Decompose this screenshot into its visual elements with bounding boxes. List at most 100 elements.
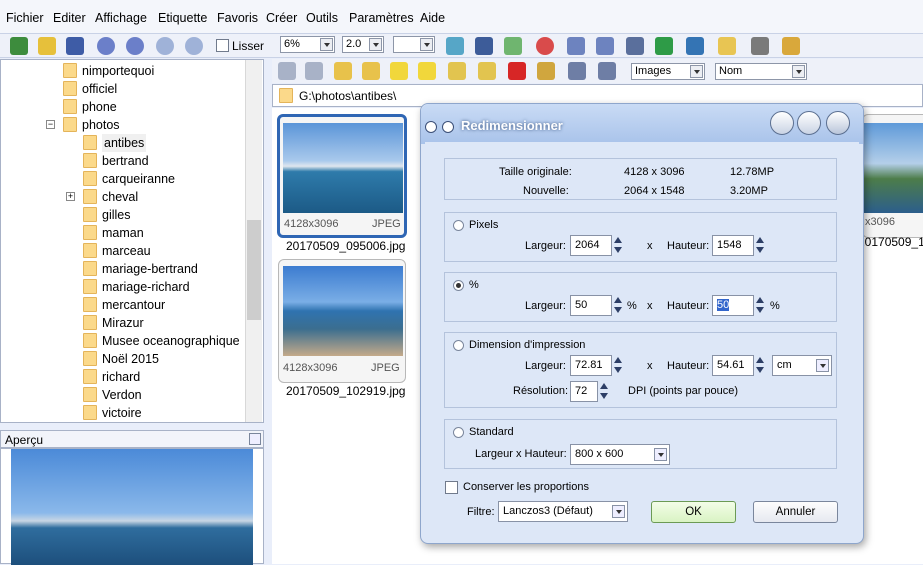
rotate-left-icon[interactable]	[567, 37, 585, 55]
tree-item[interactable]: gilles	[1, 206, 245, 224]
menu-editer[interactable]: Editer	[53, 11, 86, 25]
rotate-right-icon[interactable]	[596, 37, 614, 55]
print-height-spinner[interactable]	[754, 355, 767, 376]
tree-item[interactable]: photos −	[1, 116, 245, 134]
thumbnails-icon[interactable]	[537, 62, 555, 80]
tree-item[interactable]: richard	[1, 368, 245, 386]
tree-item[interactable]: bertrand	[1, 152, 245, 170]
window-menu-icon[interactable]	[425, 121, 437, 133]
filter-select[interactable]: Lanczos3 (Défaut)	[498, 501, 628, 522]
standard-radio[interactable]	[453, 427, 464, 438]
paint-icon[interactable]	[504, 37, 522, 55]
pixels-width-spinner[interactable]	[612, 235, 625, 256]
ratio-select[interactable]: 2.0	[342, 36, 384, 53]
ok-button[interactable]: OK	[651, 501, 736, 523]
menu-creer[interactable]: Créer	[266, 11, 297, 25]
print-width-spinner[interactable]	[612, 355, 625, 376]
back-icon[interactable]	[278, 62, 296, 80]
print-width-input[interactable]: 72.81	[570, 355, 612, 376]
print-unit-select[interactable]: cm	[772, 355, 832, 376]
crop-icon[interactable]	[475, 37, 493, 55]
menu-etiquette[interactable]: Etiquette	[158, 11, 207, 25]
collapse-icon[interactable]	[442, 121, 454, 133]
grid-icon[interactable]	[626, 37, 644, 55]
previous-icon[interactable]	[97, 37, 115, 55]
pixels-height-input[interactable]: 1548	[712, 235, 754, 256]
smooth-checkbox[interactable]	[216, 39, 229, 52]
next-icon[interactable]	[126, 37, 144, 55]
resolution-spinner[interactable]	[598, 381, 611, 402]
print-icon[interactable]	[751, 37, 769, 55]
move-to-icon[interactable]	[478, 62, 496, 80]
copy-to-icon[interactable]	[448, 62, 466, 80]
sort-select[interactable]: Nom	[715, 63, 807, 80]
menu-favoris[interactable]: Favoris	[217, 11, 258, 25]
tree-item[interactable]: Mirazur	[1, 314, 245, 332]
delete-icon[interactable]	[508, 62, 526, 80]
tree-item[interactable]: marceau	[1, 242, 245, 260]
tree-item[interactable]: Verdon	[1, 386, 245, 404]
tree-item[interactable]: Noël 2015	[1, 350, 245, 368]
percent-width-input[interactable]: 50	[570, 295, 612, 316]
cancel-button[interactable]: Annuler	[753, 501, 838, 523]
import-icon[interactable]	[10, 37, 28, 55]
tree-item[interactable]: nimportequoi	[1, 62, 245, 80]
pixels-width-input[interactable]: 2064	[570, 235, 612, 256]
menu-fichier[interactable]: Fichier	[6, 11, 44, 25]
zoom-select[interactable]: 6%	[280, 36, 335, 53]
tree-item[interactable]: phone	[1, 98, 245, 116]
percent-radio[interactable]	[453, 280, 464, 291]
menu-parametres[interactable]: Paramètres	[349, 11, 414, 25]
details-icon[interactable]	[568, 62, 586, 80]
zoom-in-icon[interactable]	[156, 37, 174, 55]
file-thumbnail[interactable]: x3096	[862, 114, 923, 238]
standard-size-select[interactable]: 800 x 600	[570, 444, 670, 465]
tree-item[interactable]: Musee oceanographique	[1, 332, 245, 350]
tree-scrollbar[interactable]	[245, 60, 262, 422]
percent-width-spinner[interactable]	[612, 295, 625, 316]
view-select[interactable]: Images	[631, 63, 705, 80]
expand-node-icon[interactable]: +	[66, 192, 75, 201]
folder-up-icon[interactable]	[334, 62, 352, 80]
file-thumbnail[interactable]: 4128x3096 JPEG	[277, 114, 407, 238]
print-radio[interactable]	[453, 340, 464, 351]
print-height-input[interactable]: 54.61	[712, 355, 754, 376]
effects-icon[interactable]	[782, 37, 800, 55]
close-icon[interactable]	[826, 111, 850, 135]
refresh-icon[interactable]	[362, 62, 380, 80]
collapse-node-icon[interactable]: −	[46, 120, 55, 129]
email-icon[interactable]	[718, 37, 736, 55]
tree-item[interactable]: mariage-bertrand	[1, 260, 245, 278]
minimize-icon[interactable]	[770, 111, 794, 135]
file-thumbnail[interactable]: 4128x3096 JPEG	[278, 259, 406, 383]
tree-item[interactable]: victoire	[1, 404, 245, 422]
menu-outils[interactable]: Outils	[306, 11, 338, 25]
open-icon[interactable]	[38, 37, 56, 55]
menu-affichage[interactable]: Affichage	[95, 11, 147, 25]
menu-aide[interactable]: Aide	[420, 11, 445, 25]
dialog-titlebar[interactable]: Redimensionner	[421, 104, 863, 144]
forward-icon[interactable]	[305, 62, 323, 80]
lasso-select[interactable]	[393, 36, 435, 53]
tree-item[interactable]: mercantour	[1, 296, 245, 314]
tree-item[interactable]: carqueiranne	[1, 170, 245, 188]
maximize-icon[interactable]	[797, 111, 821, 135]
tree-item[interactable]: officiel	[1, 80, 245, 98]
list-icon[interactable]	[598, 62, 616, 80]
monitor-icon[interactable]	[686, 37, 704, 55]
tree-item[interactable]: antibes	[1, 134, 245, 152]
percent-height-input[interactable]: 50	[712, 295, 754, 316]
tree-item[interactable]: maman	[1, 224, 245, 242]
copy-icon[interactable]	[446, 37, 464, 55]
tree-scroll-thumb[interactable]	[247, 220, 261, 320]
pixels-height-spinner[interactable]	[754, 235, 767, 256]
resolution-input[interactable]: 72	[570, 381, 598, 402]
zoom-out-icon[interactable]	[185, 37, 203, 55]
slideshow-icon[interactable]	[655, 37, 673, 55]
percent-height-spinner[interactable]	[754, 295, 767, 316]
star-icon[interactable]	[390, 62, 408, 80]
pixels-radio[interactable]	[453, 220, 464, 231]
tree-item[interactable]: mariage-richard	[1, 278, 245, 296]
keep-ratio-checkbox[interactable]	[445, 481, 458, 494]
tree-item[interactable]: cheval +	[1, 188, 245, 206]
